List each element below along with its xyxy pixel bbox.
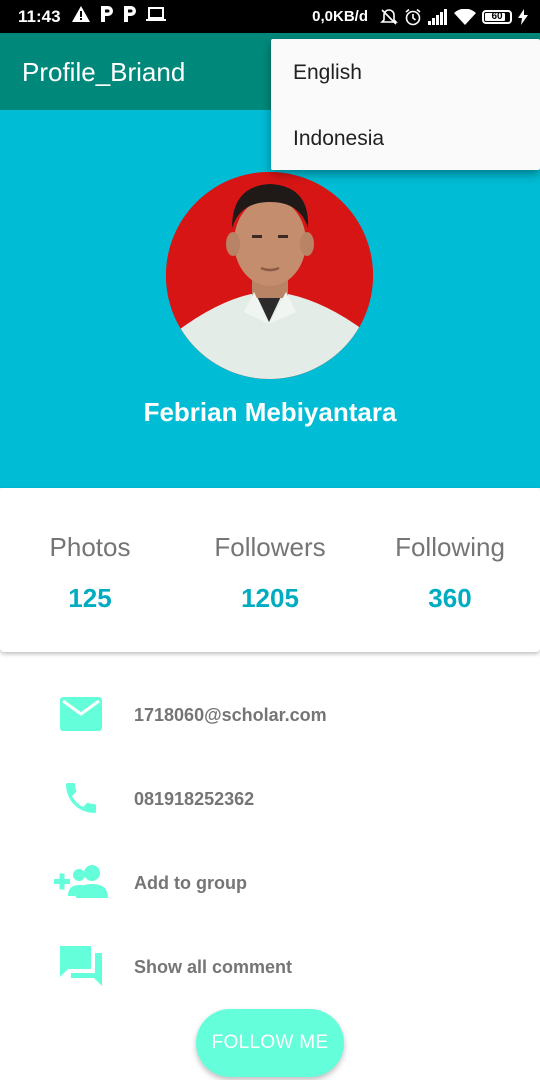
alarm-off-icon	[380, 8, 398, 26]
app-title: Profile_Briand	[22, 57, 186, 87]
email-icon	[52, 692, 110, 736]
info-row-comments[interactable]: Show all comment	[0, 938, 540, 994]
info-row-email[interactable]: 1718060@scholar.com	[0, 686, 540, 742]
alarm-clock-icon	[404, 8, 422, 26]
charging-icon	[518, 9, 528, 25]
add-group-icon	[52, 860, 110, 904]
stat-label: Following	[395, 532, 505, 562]
notification-icons	[72, 6, 176, 28]
status-time: 11:43	[18, 7, 61, 26]
laptop-icon	[146, 6, 166, 28]
follow-me-button[interactable]: FOLLOW ME	[196, 1009, 344, 1077]
person-photo-icon	[166, 172, 373, 379]
stat-value: 360	[428, 583, 472, 613]
email-text: 1718060@scholar.com	[134, 705, 327, 725]
avatar[interactable]	[166, 172, 373, 379]
menu-item-label: English	[293, 61, 362, 84]
parking-p-icon	[123, 6, 136, 28]
stat-label: Followers	[214, 532, 326, 562]
info-row-phone[interactable]: 081918252362	[0, 770, 540, 826]
battery-level: 60	[491, 11, 503, 22]
network-speed: 0,0KB/d	[312, 8, 368, 25]
system-status: 0,0KB/d 60	[312, 7, 528, 27]
comments-icon	[52, 944, 110, 988]
battery-icon: 60	[482, 10, 512, 24]
stat-label: Photos	[49, 532, 131, 562]
wifi-icon	[454, 9, 476, 25]
info-row-add-group[interactable]: Add to group	[0, 854, 540, 910]
add-group-text: Add to group	[134, 873, 247, 893]
phone-icon	[52, 776, 110, 820]
stat-value: 125	[68, 583, 112, 613]
language-menu: English Indonesia	[271, 39, 540, 170]
stats-card: Photos 125 Followers 1205 Following 360	[0, 488, 540, 652]
status-bar: 11:43 0,0KB/d 60	[0, 0, 540, 33]
warning-icon	[72, 6, 90, 28]
stat-value: 1205	[241, 583, 299, 613]
menu-item-english[interactable]: English	[271, 39, 540, 104]
menu-item-label: Indonesia	[293, 127, 385, 150]
signal-icon	[428, 9, 448, 25]
menu-item-indonesia[interactable]: Indonesia	[271, 105, 540, 170]
profile-name: Febrian Mebiyantara	[143, 397, 397, 427]
comments-text: Show all comment	[134, 957, 293, 977]
phone-text: 081918252362	[134, 789, 255, 809]
parking-p-icon	[100, 6, 113, 28]
